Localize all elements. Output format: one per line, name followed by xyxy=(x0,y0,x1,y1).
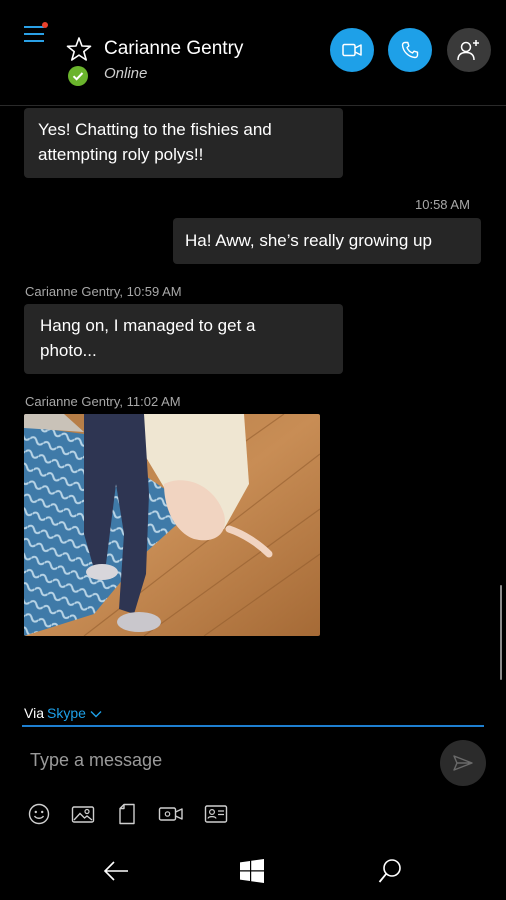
search-icon xyxy=(378,859,401,883)
via-label: Via xyxy=(24,705,44,721)
video-call-button[interactable] xyxy=(330,28,374,72)
presence-status: Online xyxy=(104,65,148,82)
phone-icon xyxy=(401,41,419,59)
scrollbar-thumb[interactable] xyxy=(500,585,502,680)
video-call-icon xyxy=(342,43,362,57)
back-arrow-icon xyxy=(103,861,128,881)
incoming-message[interactable]: Yes! Chatting to the fishies and attempt… xyxy=(24,108,343,178)
hamburger-icon[interactable] xyxy=(24,22,48,44)
file-icon xyxy=(119,803,135,825)
send-icon xyxy=(453,755,473,771)
message-line: Hang on, I managed to get a xyxy=(40,316,256,335)
message-line: photo... xyxy=(40,341,97,360)
incoming-message[interactable]: Hang on, I managed to get a photo... xyxy=(24,304,343,374)
system-nav-bar xyxy=(0,840,506,900)
audio-call-button[interactable] xyxy=(388,28,432,72)
message-timestamp: 10:58 AM xyxy=(415,197,470,212)
photo-button[interactable] xyxy=(70,802,96,826)
back-button[interactable] xyxy=(96,854,136,888)
windows-logo-icon xyxy=(240,859,264,883)
file-button[interactable] xyxy=(114,802,140,826)
video-message-icon xyxy=(158,807,183,821)
add-person-icon xyxy=(457,40,479,61)
star-icon[interactable] xyxy=(66,36,92,62)
input-divider xyxy=(22,725,484,727)
send-button[interactable] xyxy=(440,740,486,786)
notification-dot xyxy=(42,22,48,28)
contact-name[interactable]: Carianne Gentry xyxy=(104,38,243,60)
emoticon-button[interactable] xyxy=(26,802,52,826)
message-input[interactable] xyxy=(22,740,422,780)
contact-card-button[interactable] xyxy=(203,802,229,826)
via-service-selector[interactable]: Via Skype xyxy=(24,705,102,721)
video-message-button[interactable] xyxy=(158,802,184,826)
conversation-header: Carianne Gentry Online xyxy=(0,0,506,106)
message-line: attempting roly polys!! xyxy=(38,145,204,164)
service-name[interactable]: Skype xyxy=(47,705,86,721)
emoticon-icon xyxy=(28,803,50,825)
message-line: Yes! Chatting to the fishies and xyxy=(38,120,272,139)
chevron-down-icon xyxy=(90,711,102,718)
add-participant-button[interactable] xyxy=(447,28,491,72)
start-button[interactable] xyxy=(232,854,272,888)
outgoing-message[interactable]: Ha! Aww, she’s really growing up xyxy=(173,218,481,264)
presence-check-icon xyxy=(68,66,88,86)
shared-photo[interactable] xyxy=(24,414,320,636)
contact-card-icon xyxy=(204,805,228,823)
message-sender-meta: Carianne Gentry, 11:02 AM xyxy=(25,394,181,409)
message-sender-meta: Carianne Gentry, 10:59 AM xyxy=(25,284,182,299)
search-button[interactable] xyxy=(370,854,410,888)
photo-icon xyxy=(71,806,95,823)
